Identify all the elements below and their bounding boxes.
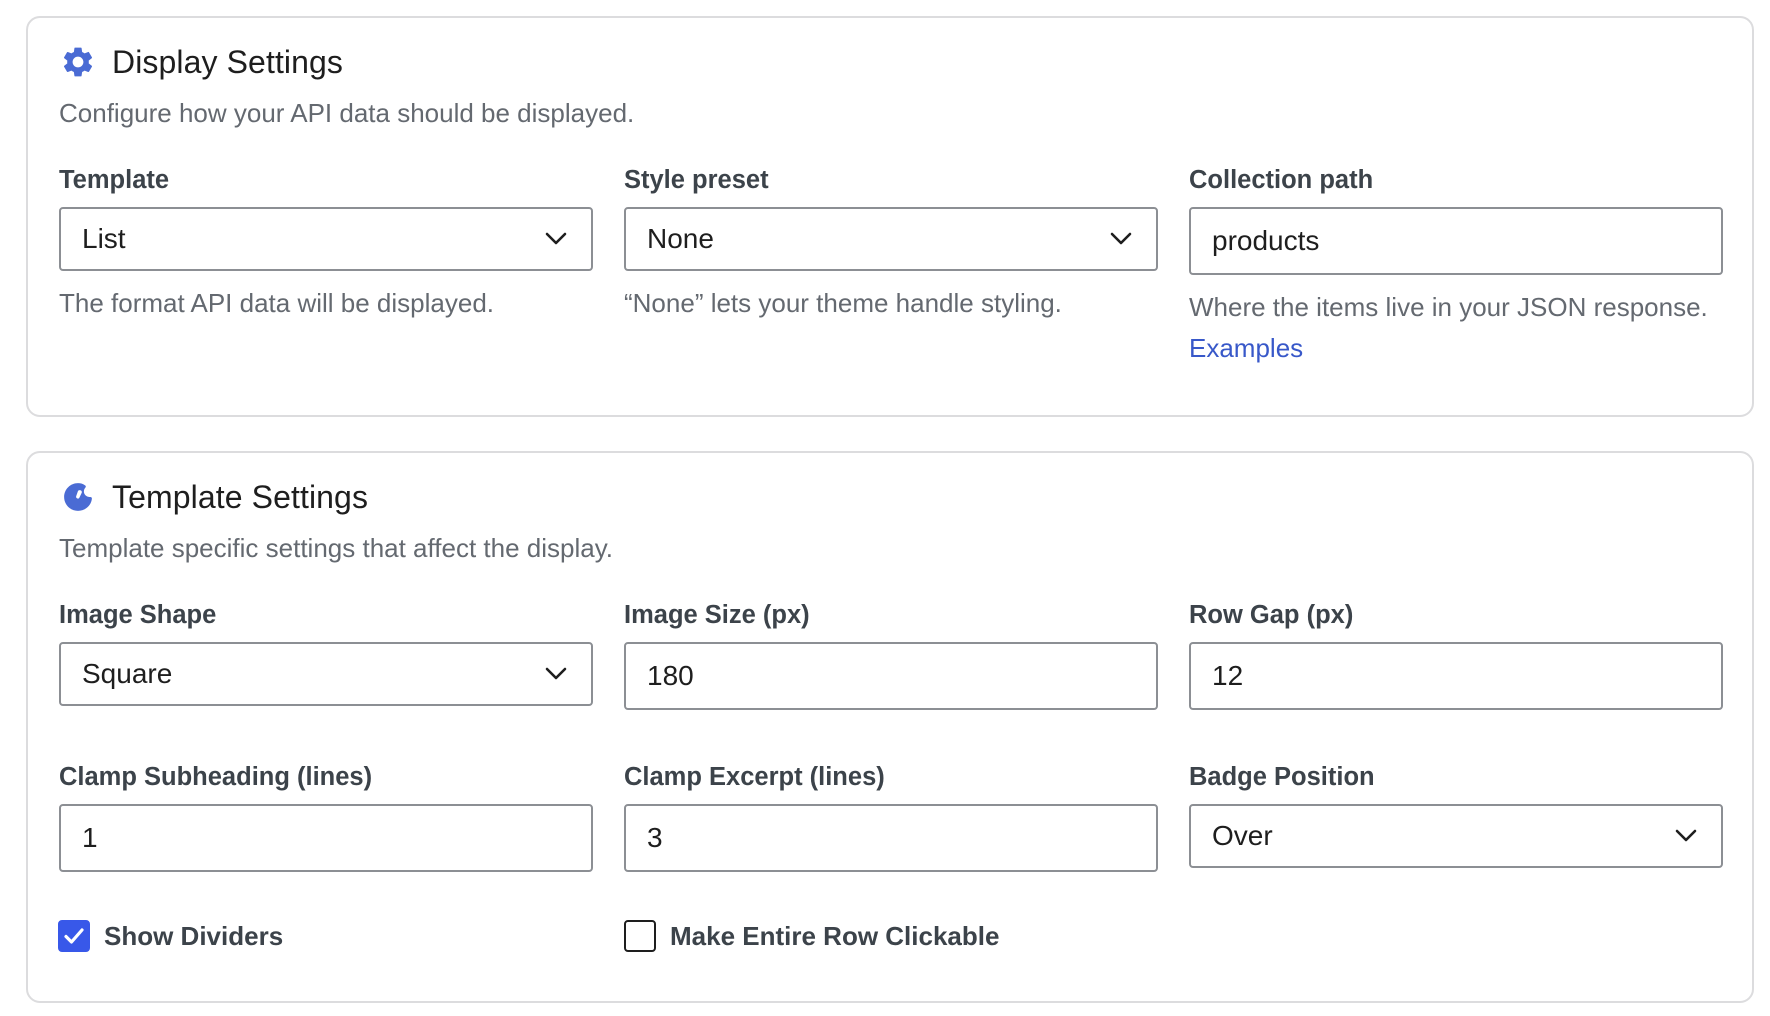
chevron-down-icon bbox=[1110, 228, 1132, 250]
badge-position-label: Badge Position bbox=[1189, 763, 1375, 791]
row-clickable-option[interactable]: Make Entire Row Clickable bbox=[624, 919, 999, 953]
clamp-excerpt-input[interactable]: 3 bbox=[624, 804, 1158, 872]
template-help: The format API data will be displayed. bbox=[59, 288, 495, 318]
chevron-down-icon bbox=[545, 228, 567, 250]
row-gap-input-value: 12 bbox=[1212, 660, 1244, 691]
template-settings-title: Template Settings bbox=[112, 478, 369, 515]
gear-icon bbox=[58, 42, 98, 82]
row-clickable-checkbox[interactable] bbox=[624, 920, 656, 952]
image-shape-select[interactable]: Square bbox=[59, 642, 593, 706]
badge-position-select-value: Over bbox=[1212, 820, 1273, 851]
show-dividers-checkbox[interactable] bbox=[58, 920, 90, 952]
show-dividers-label[interactable]: Show Dividers bbox=[104, 921, 283, 952]
image-shape-label: Image Shape bbox=[59, 601, 217, 629]
template-label: Template bbox=[59, 166, 170, 194]
show-dividers-option[interactable]: Show Dividers bbox=[58, 919, 283, 953]
collection-path-input-value: products bbox=[1212, 225, 1320, 256]
template-settings-description: Template specific settings that affect t… bbox=[59, 533, 613, 563]
clamp-subheading-input-value: 1 bbox=[82, 822, 98, 853]
style-preset-select[interactable]: None bbox=[624, 207, 1158, 271]
template-settings-header: Template Settings bbox=[58, 477, 368, 517]
clamp-excerpt-label: Clamp Excerpt (lines) bbox=[624, 763, 885, 791]
image-size-label: Image Size (px) bbox=[624, 601, 810, 629]
display-settings-title: Display Settings bbox=[112, 43, 344, 80]
image-size-input[interactable]: 180 bbox=[624, 642, 1158, 710]
style-preset-field: Style preset None “None” lets your theme… bbox=[624, 163, 1160, 324]
badge-position-field: Badge Position Over bbox=[1189, 760, 1725, 868]
row-clickable-label[interactable]: Make Entire Row Clickable bbox=[670, 921, 999, 952]
collection-path-label: Collection path bbox=[1189, 166, 1374, 194]
row-gap-input[interactable]: 12 bbox=[1189, 642, 1723, 710]
image-shape-select-value: Square bbox=[82, 658, 173, 689]
image-shape-field: Image Shape Square bbox=[59, 598, 595, 706]
clamp-subheading-input[interactable]: 1 bbox=[59, 804, 593, 872]
template-select-value: List bbox=[82, 223, 126, 254]
display-settings-header: Display Settings bbox=[58, 42, 343, 82]
row-gap-field: Row Gap (px) 12 bbox=[1189, 598, 1725, 710]
template-settings-panel: Template Settings Template specific sett… bbox=[26, 451, 1754, 1003]
image-size-input-value: 180 bbox=[647, 660, 694, 691]
color-palette-icon bbox=[58, 477, 98, 517]
examples-link[interactable]: Examples bbox=[1189, 333, 1303, 363]
style-preset-select-value: None bbox=[647, 223, 714, 254]
collection-path-help: Where the items live in your JSON respon… bbox=[1189, 287, 1709, 369]
clamp-excerpt-field: Clamp Excerpt (lines) 3 bbox=[624, 760, 1160, 872]
chevron-down-icon bbox=[545, 663, 567, 685]
display-settings-description: Configure how your API data should be di… bbox=[59, 98, 635, 128]
image-size-field: Image Size (px) 180 bbox=[624, 598, 1160, 710]
clamp-excerpt-input-value: 3 bbox=[647, 822, 663, 853]
collection-path-input[interactable]: products bbox=[1189, 207, 1723, 275]
display-settings-panel: Display Settings Configure how your API … bbox=[26, 16, 1754, 417]
clamp-subheading-field: Clamp Subheading (lines) 1 bbox=[59, 760, 595, 872]
clamp-subheading-label: Clamp Subheading (lines) bbox=[59, 763, 373, 791]
template-field: Template List The format API data will b… bbox=[59, 163, 595, 324]
badge-position-select[interactable]: Over bbox=[1189, 804, 1723, 868]
style-preset-label: Style preset bbox=[624, 166, 769, 194]
collection-path-help-text: Where the items live in your JSON respon… bbox=[1189, 292, 1708, 322]
template-select[interactable]: List bbox=[59, 207, 593, 271]
chevron-down-icon bbox=[1675, 825, 1697, 847]
row-gap-label: Row Gap (px) bbox=[1189, 601, 1354, 629]
style-preset-help: “None” lets your theme handle styling. bbox=[624, 288, 1062, 318]
collection-path-field: Collection path products Where the items… bbox=[1189, 163, 1725, 369]
